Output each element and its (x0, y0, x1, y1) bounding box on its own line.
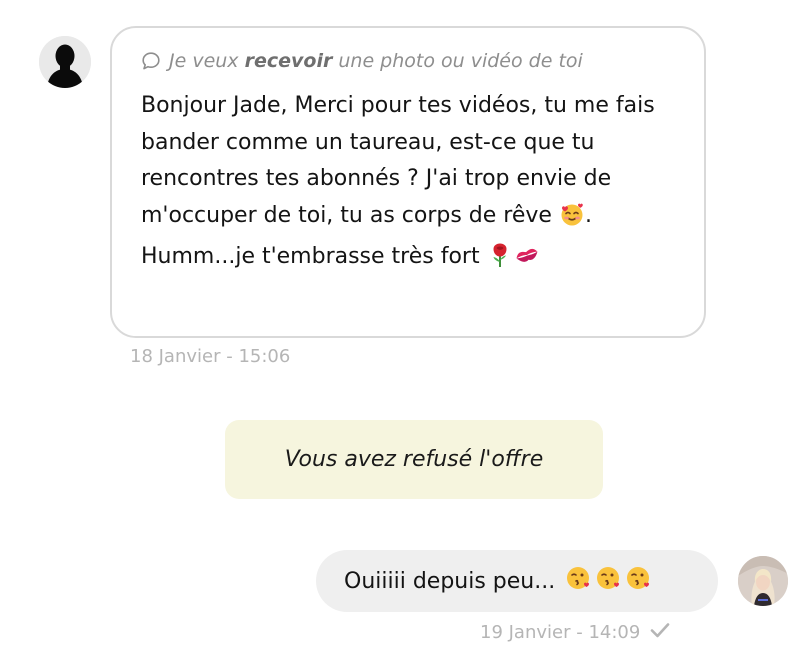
offer-refused-notice: Vous avez refusé l'offre (225, 420, 603, 499)
outgoing-timestamp: 19 Janvier - 14:09 (480, 622, 641, 643)
sender-avatar[interactable] (39, 36, 91, 88)
request-suffix: une photo ou vidéo de toi (332, 50, 583, 72)
checkmark-icon (650, 622, 670, 643)
rose-emoji (487, 242, 513, 281)
recipient-avatar[interactable] (738, 556, 788, 606)
face-blowing-a-kiss-emoji (565, 564, 593, 598)
face-blowing-a-kiss-emoji (625, 564, 653, 598)
outgoing-message-bubble: Ouiiiii depuis peu... (316, 550, 718, 612)
incoming-timestamp: 18 Janvier - 15:06 (130, 346, 291, 367)
profile-photo-icon (738, 556, 788, 606)
face-blowing-a-kiss-emoji (595, 564, 623, 598)
outgoing-meta: 19 Janvier - 14:09 (480, 622, 670, 643)
smiling-face-with-hearts-emoji (559, 201, 585, 240)
incoming-message-bubble: Je veux recevoir une photo ou vidéo de t… (110, 26, 706, 338)
default-user-silhouette-icon (39, 36, 91, 88)
chat-bubble-icon (141, 51, 161, 71)
kiss-mark-emoji (513, 242, 541, 281)
media-request-line: Je veux recevoir une photo ou vidéo de t… (141, 48, 676, 74)
outgoing-message-text: Ouiiiii depuis peu... (344, 568, 556, 594)
offer-refused-text: Vous avez refusé l'offre (284, 447, 544, 472)
request-keyword: recevoir (244, 50, 333, 72)
request-prefix: Je veux (169, 50, 245, 72)
incoming-message-text: Bonjour Jade, Merci pour tes vidéos, tu … (141, 88, 671, 281)
